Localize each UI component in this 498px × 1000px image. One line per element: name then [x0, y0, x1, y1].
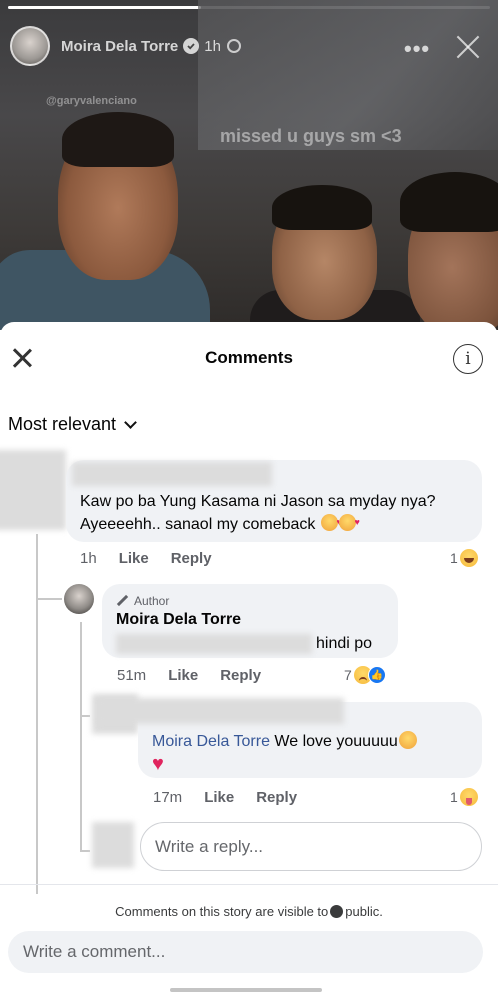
- sheet-title: Comments: [205, 348, 293, 367]
- reply-button[interactable]: Reply: [220, 667, 261, 684]
- comment-text: We love youuuuu: [274, 733, 398, 750]
- comment-bubble: Moira Dela Torre We love youuuuu ♥: [98, 698, 482, 778]
- avatar[interactable]: [64, 584, 94, 614]
- story-header: Moira Dela Torre 1h: [10, 26, 241, 66]
- comment-bubble: Author Moira Dela Torre hindi po: [102, 584, 398, 658]
- comment-actions: 1h Like Reply: [80, 550, 234, 567]
- commenter-name-redacted[interactable]: [98, 698, 344, 724]
- smiling-face-with-hearts-icon: [320, 511, 342, 534]
- divider: [0, 884, 498, 885]
- commenter-name-redacted[interactable]: [72, 462, 272, 486]
- story-close-icon[interactable]: [455, 34, 481, 60]
- comment-input[interactable]: Write a comment...: [8, 931, 483, 973]
- story-author-name[interactable]: Moira Dela Torre: [61, 38, 178, 55]
- smiling-face-with-hearts-icon: [338, 511, 360, 534]
- pencil-icon: [116, 595, 128, 607]
- verified-icon: [183, 38, 200, 54]
- comment-placeholder: Write a comment...: [23, 942, 166, 961]
- comment-author-name[interactable]: Moira Dela Torre: [116, 611, 241, 629]
- chevron-down-icon: [124, 415, 137, 429]
- home-indicator: [170, 988, 322, 992]
- reaction-summary[interactable]: 7 👍: [344, 666, 386, 684]
- comment-actions: 51m Like Reply: [117, 667, 283, 684]
- info-icon[interactable]: i: [453, 344, 483, 374]
- sort-label: Most relevant: [8, 414, 117, 434]
- avatar: [92, 822, 134, 868]
- story-photo: Moira Dela Torre 1h ••• @garyvalenciano …: [0, 0, 498, 330]
- pleading-face-icon: [398, 731, 417, 749]
- comment-text-line2: Ayeeeehh.. sanaol my comeback: [80, 516, 316, 533]
- comment-text: hindi po: [316, 635, 373, 652]
- comment-time: 17m: [153, 789, 183, 806]
- haha-icon: [459, 549, 478, 567]
- reply-input[interactable]: Write a reply...: [140, 822, 482, 871]
- globe-icon: [226, 39, 241, 53]
- comment-text-line1: Kaw po ba Yung Kasama ni Jason sa myday …: [80, 493, 436, 510]
- reaction-count: 1: [450, 789, 458, 805]
- reply-button[interactable]: Reply: [171, 550, 212, 567]
- like-button[interactable]: Like: [204, 789, 234, 806]
- visibility-notice: Comments on this story are visible to pub…: [0, 904, 498, 919]
- author-badge: Author: [134, 594, 170, 608]
- like-icon: 👍: [367, 666, 386, 684]
- reply-button[interactable]: Reply: [256, 789, 297, 806]
- like-button[interactable]: Like: [119, 550, 149, 567]
- like-button[interactable]: Like: [168, 667, 198, 684]
- sheet-header: Comments i: [0, 322, 498, 394]
- story-caption: missed u guys sm <3: [220, 126, 402, 146]
- mention-link[interactable]: Moira Dela Torre: [152, 733, 270, 750]
- reaction-summary[interactable]: 1: [450, 788, 478, 806]
- story-time: 1h: [204, 37, 221, 55]
- comment-time: 51m: [117, 667, 147, 684]
- reply-placeholder: Write a reply...: [155, 836, 264, 856]
- commenter-avatar[interactable]: [0, 450, 66, 530]
- comments-sheet: Comments i Most relevant Kaw po ba Yung …: [0, 322, 498, 1000]
- globe-icon: [330, 905, 344, 918]
- mention-redacted: [116, 634, 312, 654]
- reaction-count: 1: [450, 550, 458, 566]
- comment-bubble: Kaw po ba Yung Kasama ni Jason sa myday …: [66, 460, 482, 542]
- sort-dropdown[interactable]: Most relevant: [8, 414, 137, 435]
- tongue-face-icon: [459, 788, 478, 806]
- visibility-text: Comments on this story are visible to: [115, 904, 329, 919]
- reaction-count: 7: [344, 667, 352, 683]
- more-options-icon[interactable]: •••: [404, 36, 430, 62]
- heart-icon: ♥: [152, 753, 164, 775]
- reaction-summary[interactable]: 1: [450, 549, 478, 567]
- comment-actions: 17m Like Reply: [153, 789, 319, 806]
- visibility-audience: public.: [345, 904, 383, 919]
- comment-time: 1h: [80, 550, 97, 567]
- avatar[interactable]: [10, 26, 50, 66]
- story-mention-tag[interactable]: @garyvalenciano: [46, 95, 137, 107]
